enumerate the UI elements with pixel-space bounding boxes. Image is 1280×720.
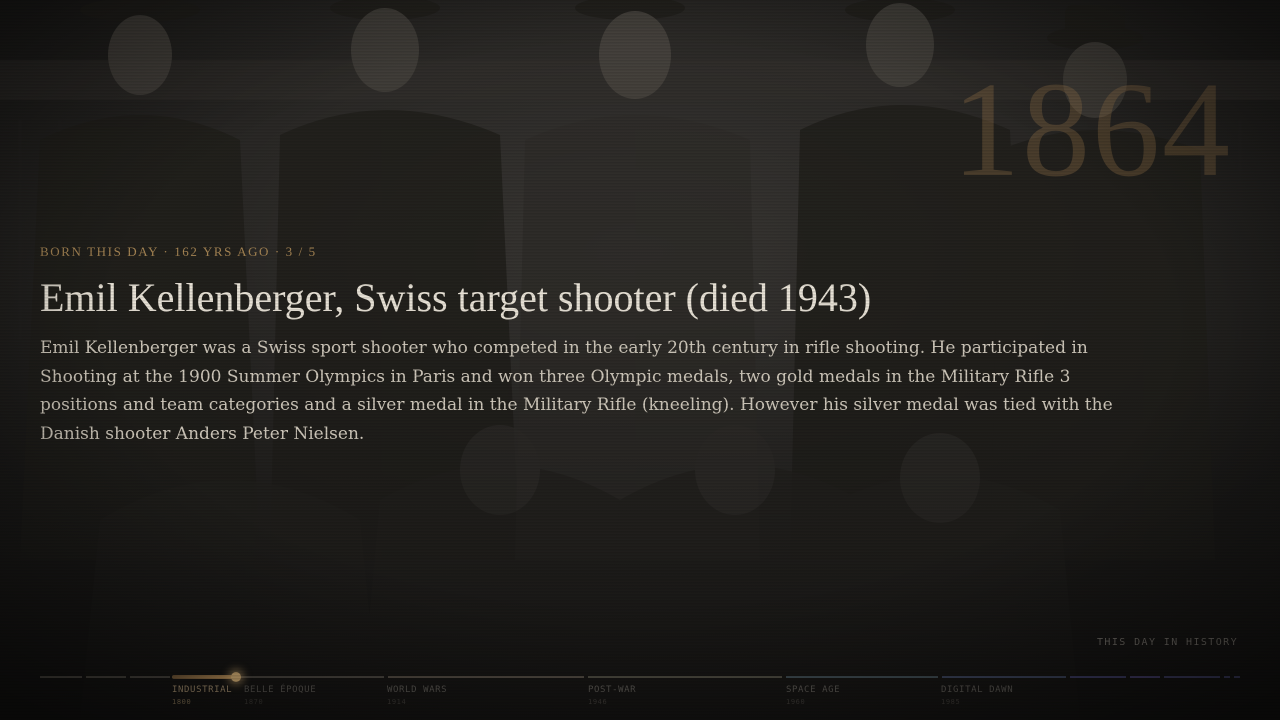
era-year: 1914 — [387, 698, 407, 706]
timeline-segment — [1224, 676, 1230, 678]
timeline-segment — [1070, 676, 1126, 678]
era-label: BELLE ÉPOQUE — [244, 685, 317, 695]
era-year: 1985 — [941, 698, 961, 706]
history-screen: 1864 BORN THIS DAY · 162 YRS AGO · 3 / 5… — [0, 0, 1280, 720]
era-label: WORLD WARS — [387, 685, 448, 695]
era-year: 1800 — [172, 698, 192, 706]
era-timeline[interactable]: INDUSTRIAL 1800 BELLE ÉPOQUE 1870 WORLD … — [40, 672, 1240, 716]
era-tab-space-age[interactable]: SPACE AGE 1960 — [786, 684, 840, 708]
timeline-segment — [1164, 676, 1220, 678]
era-year: 1946 — [588, 698, 608, 706]
event-content: BORN THIS DAY · 162 YRS AGO · 3 / 5 Emil… — [40, 244, 1150, 448]
timeline-progress-fill — [172, 675, 236, 679]
event-description: Emil Kellenberger was a Swiss sport shoo… — [40, 338, 1113, 444]
timeline-segment — [86, 676, 126, 678]
era-tab-belle-epoque[interactable]: BELLE ÉPOQUE 1870 — [244, 684, 316, 708]
era-label: POST-WAR — [588, 685, 637, 695]
era-tab-post-war[interactable]: POST-WAR 1946 — [588, 684, 636, 708]
timeline-segment — [588, 676, 782, 678]
era-tab-industrial[interactable]: INDUSTRIAL 1800 — [172, 684, 232, 708]
era-label: INDUSTRIAL — [172, 685, 233, 695]
timeline-segment — [40, 676, 82, 678]
timeline-segment — [942, 676, 1066, 678]
timeline-current-marker[interactable] — [231, 672, 241, 682]
era-label: DIGITAL DAWN — [941, 685, 1014, 695]
event-kicker: BORN THIS DAY · 162 YRS AGO · 3 / 5 — [40, 244, 317, 259]
era-year: 1960 — [786, 698, 806, 706]
timeline-segment — [1234, 676, 1240, 678]
era-year: 1870 — [244, 698, 264, 706]
era-tab-digital-dawn[interactable]: DIGITAL DAWN 1985 — [941, 684, 1013, 708]
timeline-segment — [1130, 676, 1160, 678]
era-tab-world-wars[interactable]: WORLD WARS 1914 — [387, 684, 447, 708]
year-watermark: 1864 — [952, 55, 1232, 205]
timeline-segment — [388, 676, 584, 678]
app-brand: THIS DAY IN HISTORY — [1097, 637, 1238, 648]
timeline-segment — [786, 676, 938, 678]
era-label: SPACE AGE — [786, 685, 841, 695]
timeline-segment — [130, 676, 170, 678]
event-headline: Emil Kellenberger, Swiss target shooter … — [40, 275, 872, 320]
